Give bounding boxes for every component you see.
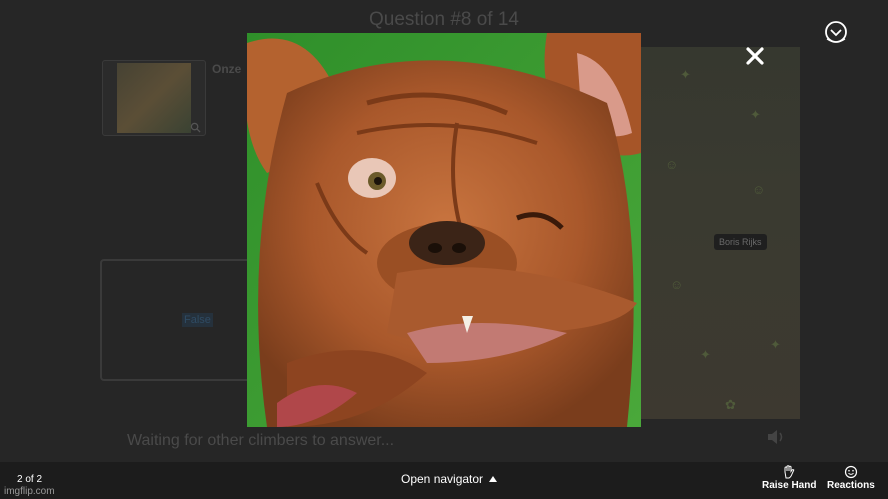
waiting-message: Waiting for other climbers to answer... [127,432,395,449]
open-navigator-button[interactable]: Open navigator [401,472,498,486]
dog-photo [247,33,641,427]
palm-icon: ✦ [680,67,691,82]
reactions-label: Reactions [827,480,875,491]
hand-icon [784,465,795,479]
palm-icon: ✦ [700,347,711,362]
navigator-label: Open navigator [401,472,484,486]
flower-icon: ✿ [725,397,736,412]
map-panel: ✦ ✦ ☺ ☺ ☺ ✦ ✦ ✿ Boris Rijks [640,47,800,419]
character-icon: ☺ [670,277,684,292]
thumbnail-image [117,63,191,133]
bottom-bar: 2 of 2 imgflip.com Open navigator Raise … [0,462,888,499]
character-icon: ☺ [752,182,766,197]
question-thumbnail [102,60,206,136]
dog-illustration [247,33,641,427]
raise-hand-label: Raise Hand [762,480,817,491]
page-count: 2 of 2 [17,474,43,485]
zoom-icon [190,122,201,133]
caret-up-icon [489,476,498,482]
character-icon: ☺ [665,157,679,172]
reactions-button[interactable]: Reactions [827,465,875,491]
answer-label: False [182,313,213,327]
raise-hand-button[interactable]: Raise Hand [762,465,816,491]
speaker-icon[interactable] [766,428,786,446]
watermark: imgflip.com [4,486,55,497]
palm-icon: ✦ [770,337,781,352]
question-title: Question #8 of 14 [369,9,519,30]
smiley-icon [844,465,857,479]
map-user-tag: Boris Rijks [714,234,767,250]
thumbnail-caption: Onze [212,62,242,76]
close-icon[interactable] [744,45,766,67]
palm-icon: ✦ [750,107,761,122]
collapse-chevron-icon[interactable] [824,20,848,44]
